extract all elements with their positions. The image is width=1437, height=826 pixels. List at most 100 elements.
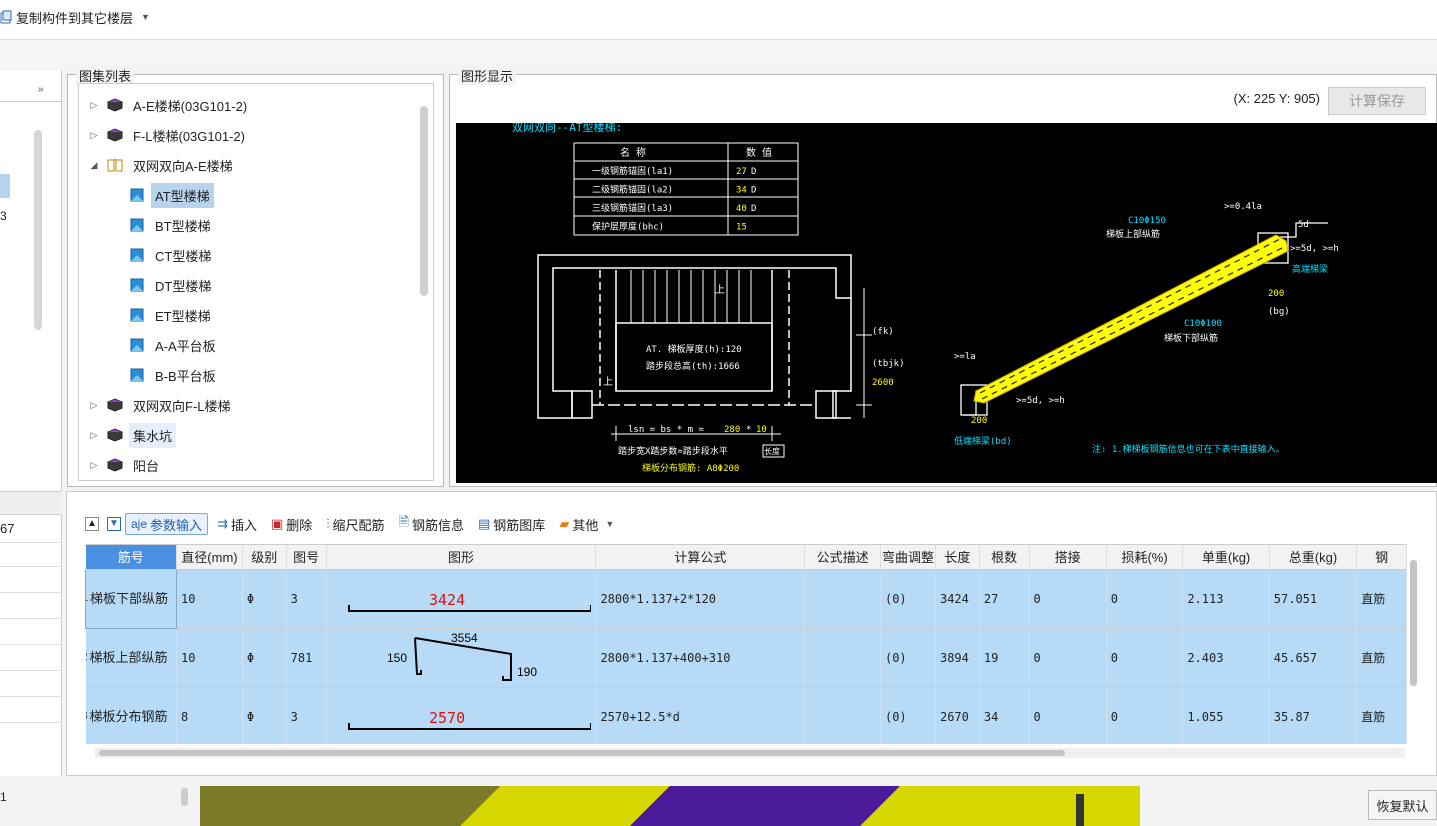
rebar-library-button[interactable]: ▤ 钢筋图库 [473,513,550,535]
calc-save-button[interactable]: 计算保存 [1328,87,1426,115]
anchorage-row-value[interactable]: 27 [736,167,747,177]
cad-canvas[interactable]: 双网双向--AT型楼梯: 名 称 数 值 一级钢筋锚固(la1) 27 D 二级钢筋锚… [456,123,1437,483]
rebar-formula-cell[interactable]: 2570+12.5*d [595,687,806,744]
rebar-bend-cell[interactable]: (0) [880,687,936,744]
move-up-icon[interactable]: ▲ [85,517,99,531]
rebar-lap-cell[interactable]: 0 [1029,687,1107,744]
rebar-total-cell[interactable]: 57.051 [1269,569,1358,629]
rebar-info-button[interactable]: 🗎 钢筋信息 [394,513,469,535]
expand-right-icon[interactable]: ▷ [87,400,101,411]
rebar-shape-cell[interactable]: 3554 150 190 [326,628,597,688]
rebar-type-cell[interactable]: 直筋 [1356,628,1407,688]
rebar-shape-cell[interactable]: 2570 [326,687,597,744]
rebar-grade-cell[interactable]: Φ [242,569,287,629]
table-row[interactable]: 3梯板分布钢筋8Φ325702570+12.5*d(0)267034001.05… [85,687,1407,744]
rebar-total-cell[interactable]: 35.87 [1269,687,1358,744]
expand-right-icon[interactable]: ▷ [87,100,101,111]
rebar-total-cell[interactable]: 45.657 [1269,628,1358,688]
tree-item[interactable]: A-A平台板 [129,331,220,359]
rebar-len-cell[interactable]: 3424 [935,569,980,629]
rebar-type-cell[interactable]: 直筋 [1356,687,1407,744]
column-header[interactable]: 搭接 [1029,545,1107,570]
rebar-fig-cell[interactable]: 3 [286,569,327,629]
other-button[interactable]: ▰ 其他 ▼ [554,513,619,535]
rebar-len-cell[interactable]: 3894 [935,628,980,688]
rebar-len-cell[interactable]: 2670 [935,687,980,744]
column-header[interactable]: 计算公式 [595,545,806,570]
restore-default-button[interactable]: 恢复默认 [1368,790,1437,820]
delete-button[interactable]: ▣ 删除 [266,513,317,535]
tree-item[interactable]: ▷ 双网双向F-L楼梯 [87,391,235,419]
rebar-loss-cell[interactable]: 0 [1106,569,1184,629]
rebar-loss-cell[interactable]: 0 [1106,628,1184,688]
anchorage-row-value[interactable]: 40 [736,204,747,214]
rebar-formula-cell[interactable]: 2800*1.137+2*120 [595,569,806,629]
column-header[interactable]: 弯曲调整 [880,545,936,570]
insert-button[interactable]: ⇉ 插入 [212,513,262,535]
table-vscroll-thumb[interactable] [1410,560,1417,686]
tree-item[interactable]: CT型楼梯 [129,241,215,269]
rebar-bend-cell[interactable]: (0) [880,628,936,688]
param-input-button[interactable]: aje 参数输入 [125,513,209,535]
rebar-desc-cell[interactable] [804,569,881,629]
expand-right-icon[interactable]: ▷ [87,460,101,471]
rebar-name-cell[interactable]: 2梯板上部纵筋 [85,628,178,688]
table-hscroll[interactable] [95,748,1405,758]
column-header[interactable]: 钢 [1356,545,1407,570]
anchorage-row-value[interactable]: 15 [736,223,747,233]
rebar-dia-cell[interactable]: 10 [176,628,243,688]
column-header[interactable]: 长度 [935,545,980,570]
tree-item[interactable]: ◢ 双网双向A-E楼梯 [87,151,237,179]
table-hscroll-thumb[interactable] [99,750,1065,756]
rebar-type-cell[interactable]: 直筋 [1356,569,1407,629]
model-3d-preview[interactable] [200,786,1140,826]
expand-right-icon[interactable]: ▷ [87,430,101,441]
rebar-grade-cell[interactable]: Φ [242,687,287,744]
scale-rebar-button[interactable]: ⫶ 缩尺配筋 [321,513,389,535]
column-header[interactable]: 根数 [979,545,1030,570]
rebar-dia-cell[interactable]: 10 [176,569,243,629]
tree-scrollbar[interactable] [420,106,428,296]
table-row[interactable]: 1梯板下部纵筋10Φ334242800*1.137+2*120(0)342427… [85,568,1407,629]
column-header[interactable]: 图形 [326,545,597,570]
table-vscroll[interactable] [1408,556,1418,742]
double-chevron-icon[interactable]: » [38,84,44,95]
move-down-icon[interactable]: ▼ [107,517,121,531]
rebar-lap-cell[interactable]: 0 [1029,569,1107,629]
rebar-desc-cell[interactable] [804,628,881,688]
tree-item[interactable]: B-B平台板 [129,361,220,389]
rebar-count-cell[interactable]: 34 [979,687,1030,744]
rebar-lap-cell[interactable]: 0 [1029,628,1107,688]
tree-item[interactable]: BT型楼梯 [129,211,215,239]
tree-item[interactable]: ▷ 集水坑 [87,421,177,449]
left-scroll-stub[interactable] [181,788,188,806]
column-header[interactable]: 筋号 [85,545,178,570]
rebar-count-cell[interactable]: 19 [979,628,1030,688]
column-header[interactable]: 损耗(%) [1106,545,1184,570]
rebar-count-cell[interactable]: 27 [979,569,1030,629]
rebar-fig-cell[interactable]: 3 [286,687,327,744]
rebar-unit-cell[interactable]: 1.055 [1182,687,1270,744]
rebar-dia-cell[interactable]: 8 [176,687,243,744]
table-row[interactable]: 2梯板上部纵筋10Φ78135541501902800*1.137+400+31… [85,628,1407,688]
column-header[interactable]: 单重(kg) [1182,545,1270,570]
left-panel-scrollbar[interactable] [34,130,42,330]
expand-right-icon[interactable]: ▷ [87,130,101,141]
anchorage-row-value[interactable]: 34 [736,186,747,196]
rebar-name-cell[interactable]: 1梯板下部纵筋 [85,568,178,629]
rebar-grade-cell[interactable]: Φ [242,628,287,688]
tree-item[interactable]: ▷ A-E楼梯(03G101-2) [87,91,251,119]
rebar-formula-cell[interactable]: 2800*1.137+400+310 [595,628,806,688]
rebar-unit-cell[interactable]: 2.403 [1182,628,1270,688]
expand-down-icon[interactable]: ◢ [87,160,101,171]
tree-item[interactable]: DT型楼梯 [129,271,215,299]
tree-item[interactable]: ▷ F-L楼梯(03G101-2) [87,121,249,149]
column-header[interactable]: 级别 [242,545,287,570]
copy-to-floors-button[interactable]: 复制构件到其它楼层 ▼ [0,6,150,28]
column-header[interactable]: 总重(kg) [1269,545,1358,570]
tree-item[interactable]: ▷ 阳台 [87,451,163,479]
column-header[interactable]: 公式描述 [804,545,881,570]
rebar-fig-cell[interactable]: 781 [286,628,327,688]
rebar-shape-cell[interactable]: 3424 [326,569,597,629]
column-header[interactable]: 图号 [286,545,327,570]
